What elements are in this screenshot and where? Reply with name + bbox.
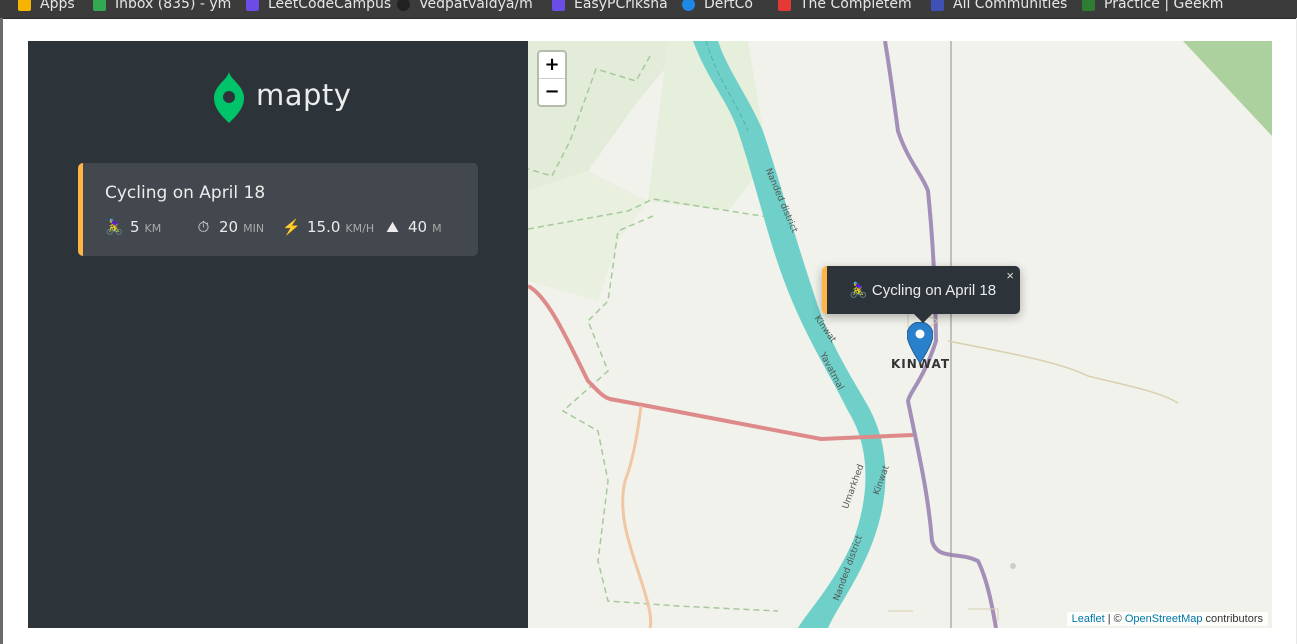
workout-card-cycling[interactable]: Cycling on April 18 🚴‍♀️ 5 km ⏱ 20 min ⚡… — [78, 163, 478, 256]
close-icon[interactable]: × — [1006, 268, 1014, 283]
bookmark-label: Apps — [40, 0, 75, 12]
cyclist-icon: 🚴‍♀️ — [105, 219, 124, 236]
site-icon — [1082, 0, 1095, 11]
logo: mapty — [214, 71, 351, 123]
bookmark-label: EasyPCriksha — [574, 0, 668, 12]
road — [883, 41, 998, 628]
bookmark-label: LeetCodeCampus — [268, 0, 392, 12]
map-attribution: Leaflet | © OpenStreetMap contributors — [1066, 612, 1268, 626]
bookmark-label: Practice | Geekm — [1104, 0, 1224, 12]
sidebar: mapty Cycling on April 18 🚴‍♀️ 5 km ⏱ 20… — [28, 41, 528, 628]
popup-tip — [913, 313, 933, 323]
logo-text: mapty — [256, 78, 352, 112]
bookmark-github[interactable]: Vedpatvaidya/m — [397, 0, 533, 14]
forest-area — [528, 171, 648, 301]
bookmark-label: DertCo — [704, 0, 753, 12]
map-tiles — [528, 41, 1272, 628]
cyclist-icon: 🚴‍♀️ — [849, 282, 868, 299]
speed-unit: km/h — [345, 222, 375, 235]
map-pin-logo-icon — [214, 71, 244, 123]
window-edge — [0, 18, 3, 644]
bookmark-easypc[interactable]: EasyPCriksha — [552, 0, 668, 14]
site-icon — [246, 0, 259, 11]
elevation-unit: m — [432, 222, 442, 235]
workout-duration: ⏱ 20 min — [194, 218, 264, 236]
bookmark-label: All Communities — [953, 0, 1068, 12]
bookmark-practice[interactable]: Practice | Geekm — [1082, 0, 1223, 14]
zoom-control: + − — [537, 50, 567, 107]
site-icon — [682, 0, 695, 11]
bookmark-label: Vedpatvaidya/m — [419, 0, 533, 12]
speed-value: 15.0 — [307, 218, 341, 236]
site-icon — [931, 0, 944, 11]
mountain-icon: ⛰ — [386, 219, 399, 236]
bookmark-dertco[interactable]: DertCo — [682, 0, 753, 14]
mail-icon — [93, 0, 106, 11]
bookmark-apps[interactable]: Apps — [18, 0, 75, 14]
attribution-tail: contributors — [1202, 613, 1263, 625]
distance-value: 5 — [130, 218, 140, 236]
bookmark-inbox[interactable]: Inbox (835) - ym — [93, 0, 231, 14]
zoom-in-button[interactable]: + — [539, 52, 565, 79]
apps-icon — [18, 0, 31, 11]
github-icon — [397, 0, 410, 11]
workout-distance: 🚴‍♀️ 5 km — [105, 218, 161, 236]
bookmark-label: Inbox (835) - ym — [115, 0, 232, 12]
popup-text: Cycling on April 18 — [871, 282, 997, 299]
bookmarks-bar: Apps Inbox (835) - ym LeetCodeCampus Ved… — [0, 0, 1297, 19]
bookmark-label: The Completem — [800, 0, 912, 12]
workout-elevation: ⛰ 40 m — [383, 218, 442, 236]
elevation-value: 40 — [408, 218, 428, 236]
leaflet-link[interactable]: Leaflet — [1072, 613, 1105, 625]
map[interactable]: Nanded district Kinwat Yavatmal Umarkhed… — [528, 41, 1272, 628]
duration-unit: min — [243, 222, 265, 235]
forest-area — [1183, 41, 1272, 136]
workout-popup[interactable]: 🚴‍♀️ Cycling on April 18 × — [822, 266, 1020, 323]
attribution-separator: | © — [1104, 613, 1125, 625]
site-icon — [778, 0, 791, 11]
duration-value: 20 — [219, 218, 239, 236]
bookmark-completem[interactable]: The Completem — [778, 0, 912, 14]
map-marker-icon[interactable] — [907, 322, 933, 363]
workout-title: Cycling on April 18 — [105, 183, 266, 203]
road — [621, 405, 653, 628]
zoom-out-button[interactable]: − — [539, 79, 565, 105]
bookmark-leetcode[interactable]: LeetCodeCampus — [246, 0, 391, 14]
popup-content: 🚴‍♀️ Cycling on April 18 — [849, 281, 996, 299]
workout-speed: ⚡️ 15.0 km/h — [282, 218, 374, 236]
distance-unit: km — [144, 222, 162, 235]
site-icon — [552, 0, 565, 11]
bookmark-communities[interactable]: All Communities — [931, 0, 1067, 14]
lightning-icon: ⚡️ — [282, 219, 301, 236]
osm-link[interactable]: OpenStreetMap — [1125, 613, 1203, 625]
stopwatch-icon: ⏱ — [197, 219, 210, 236]
